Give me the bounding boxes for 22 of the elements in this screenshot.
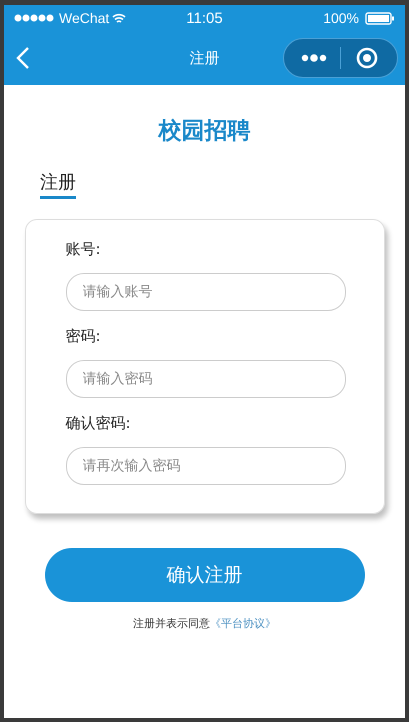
status-time: 11:05	[186, 10, 223, 26]
wifi-icon	[112, 12, 126, 24]
back-button[interactable]	[16, 46, 30, 70]
input-field[interactable]: 请再次输入密码	[66, 447, 346, 485]
field-label: 账号:	[66, 240, 102, 259]
submit-button[interactable]: 确认注册	[44, 548, 364, 602]
agreement-link[interactable]: 《平台协议》	[210, 617, 276, 630]
back-icon	[16, 46, 30, 70]
agreement-text: 注册并表示同意	[133, 617, 210, 630]
carrier-name: WeChat	[59, 10, 110, 26]
target-icon	[356, 47, 378, 69]
field-label: 密码:	[66, 327, 102, 346]
signal-icon	[14, 14, 56, 22]
input-field[interactable]: 请输入密码	[66, 360, 346, 398]
more-icon	[301, 54, 327, 62]
battery-icon	[365, 12, 395, 24]
app-heading: 校园招聘	[158, 117, 250, 146]
input-field[interactable]: 请输入账号	[66, 273, 346, 311]
register-tab[interactable]: 注册	[40, 170, 76, 199]
page-title: 注册	[190, 48, 220, 68]
battery-level: 100%	[323, 10, 359, 26]
field-label: 确认密码:	[66, 414, 132, 433]
